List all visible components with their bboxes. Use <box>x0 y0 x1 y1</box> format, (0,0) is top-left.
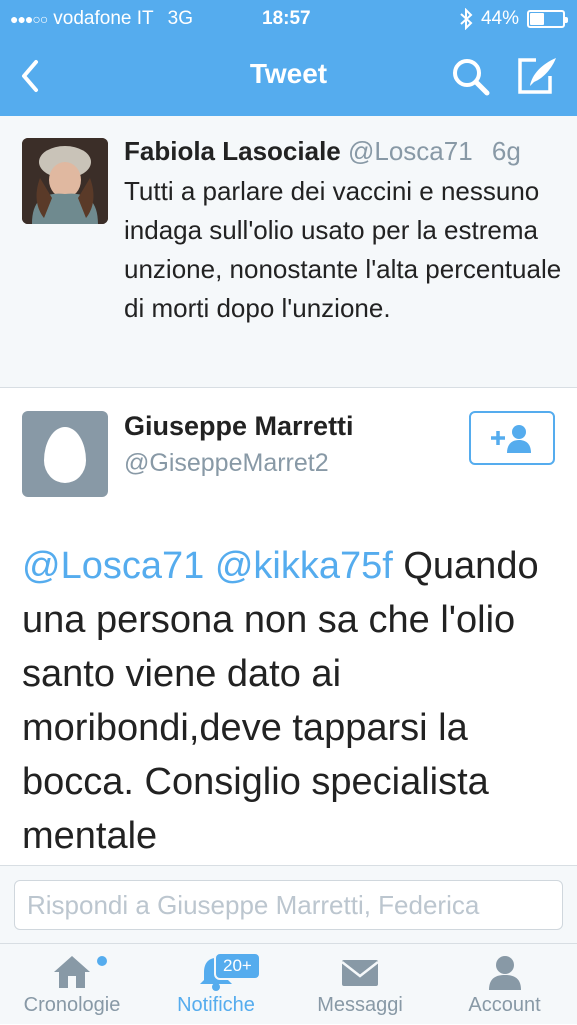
tab-label: Notifiche <box>177 994 255 1016</box>
search-button[interactable] <box>450 56 492 98</box>
profile-photo <box>22 138 108 224</box>
author-handle[interactable]: @GiseppeMarret2 <box>124 449 329 478</box>
status-left: ●●●○○ vodafone IT 3G <box>10 8 193 30</box>
nav-bar: Tweet <box>0 38 577 116</box>
mention-link[interactable]: @Losca71 <box>22 545 204 587</box>
notification-count-badge: 20+ <box>214 952 261 980</box>
follow-button[interactable] <box>469 411 555 465</box>
mention-link[interactable]: @kikka75f <box>215 545 393 587</box>
status-right: 44% <box>459 8 568 30</box>
default-egg-icon <box>44 427 86 483</box>
tweet-text: Tutti a parlare dei vaccini e nessuno in… <box>124 176 562 323</box>
avatar[interactable] <box>22 411 108 497</box>
tweet-body: Quando una persona non sa che l'olio san… <box>22 545 539 857</box>
tweet-text: @Losca71 @kikka75f Quando una persona no… <box>22 539 562 863</box>
parent-tweet-header: Fabiola Lasociale @Losca71 6g <box>124 136 521 167</box>
author-name[interactable]: Fabiola Lasociale <box>124 136 341 166</box>
compose-icon <box>518 58 556 94</box>
tab-bar: Cronologie 20+ Notifiche Messaggi Accoun… <box>0 943 577 1024</box>
tab-label: Messaggi <box>317 994 403 1016</box>
tab-account[interactable]: Account <box>432 944 577 1025</box>
signal-strength-icon: ●●●○○ <box>10 11 48 27</box>
battery-fill <box>530 13 545 25</box>
tab-notifiche[interactable]: 20+ Notifiche <box>144 944 288 1025</box>
home-icon <box>54 956 90 988</box>
reply-input[interactable] <box>14 880 563 930</box>
tab-messaggi[interactable]: Messaggi <box>288 944 432 1025</box>
tab-label: Cronologie <box>23 994 121 1016</box>
add-user-icon <box>491 425 531 453</box>
tweet-time: 6g <box>491 136 521 166</box>
carrier-label: vodafone IT <box>53 8 154 29</box>
reply-bar <box>0 865 577 943</box>
status-time: 18:57 <box>262 8 311 29</box>
battery-icon <box>527 10 568 28</box>
author-handle[interactable]: @Losca71 <box>348 136 473 166</box>
bluetooth-icon <box>460 8 473 30</box>
battery-nub <box>565 17 568 23</box>
network-label: 3G <box>167 8 193 29</box>
envelope-icon <box>341 960 379 986</box>
compose-button[interactable] <box>514 54 560 98</box>
person-icon <box>488 956 521 990</box>
search-icon <box>453 59 490 96</box>
main-tweet: Giuseppe Marretti @GiseppeMarret2 @Losca… <box>0 389 577 865</box>
battery-percent: 44% <box>480 8 519 29</box>
avatar[interactable] <box>22 138 108 224</box>
parent-tweet[interactable]: Fabiola Lasociale @Losca71 6g Tutti a pa… <box>0 116 577 388</box>
unread-dot <box>97 956 107 966</box>
author-name[interactable]: Giuseppe Marretti <box>124 411 354 442</box>
status-bar: ●●●○○ vodafone IT 3G 18:57 44% <box>0 0 577 38</box>
tab-cronologie[interactable]: Cronologie <box>0 944 144 1025</box>
tab-label: Account <box>468 994 541 1016</box>
